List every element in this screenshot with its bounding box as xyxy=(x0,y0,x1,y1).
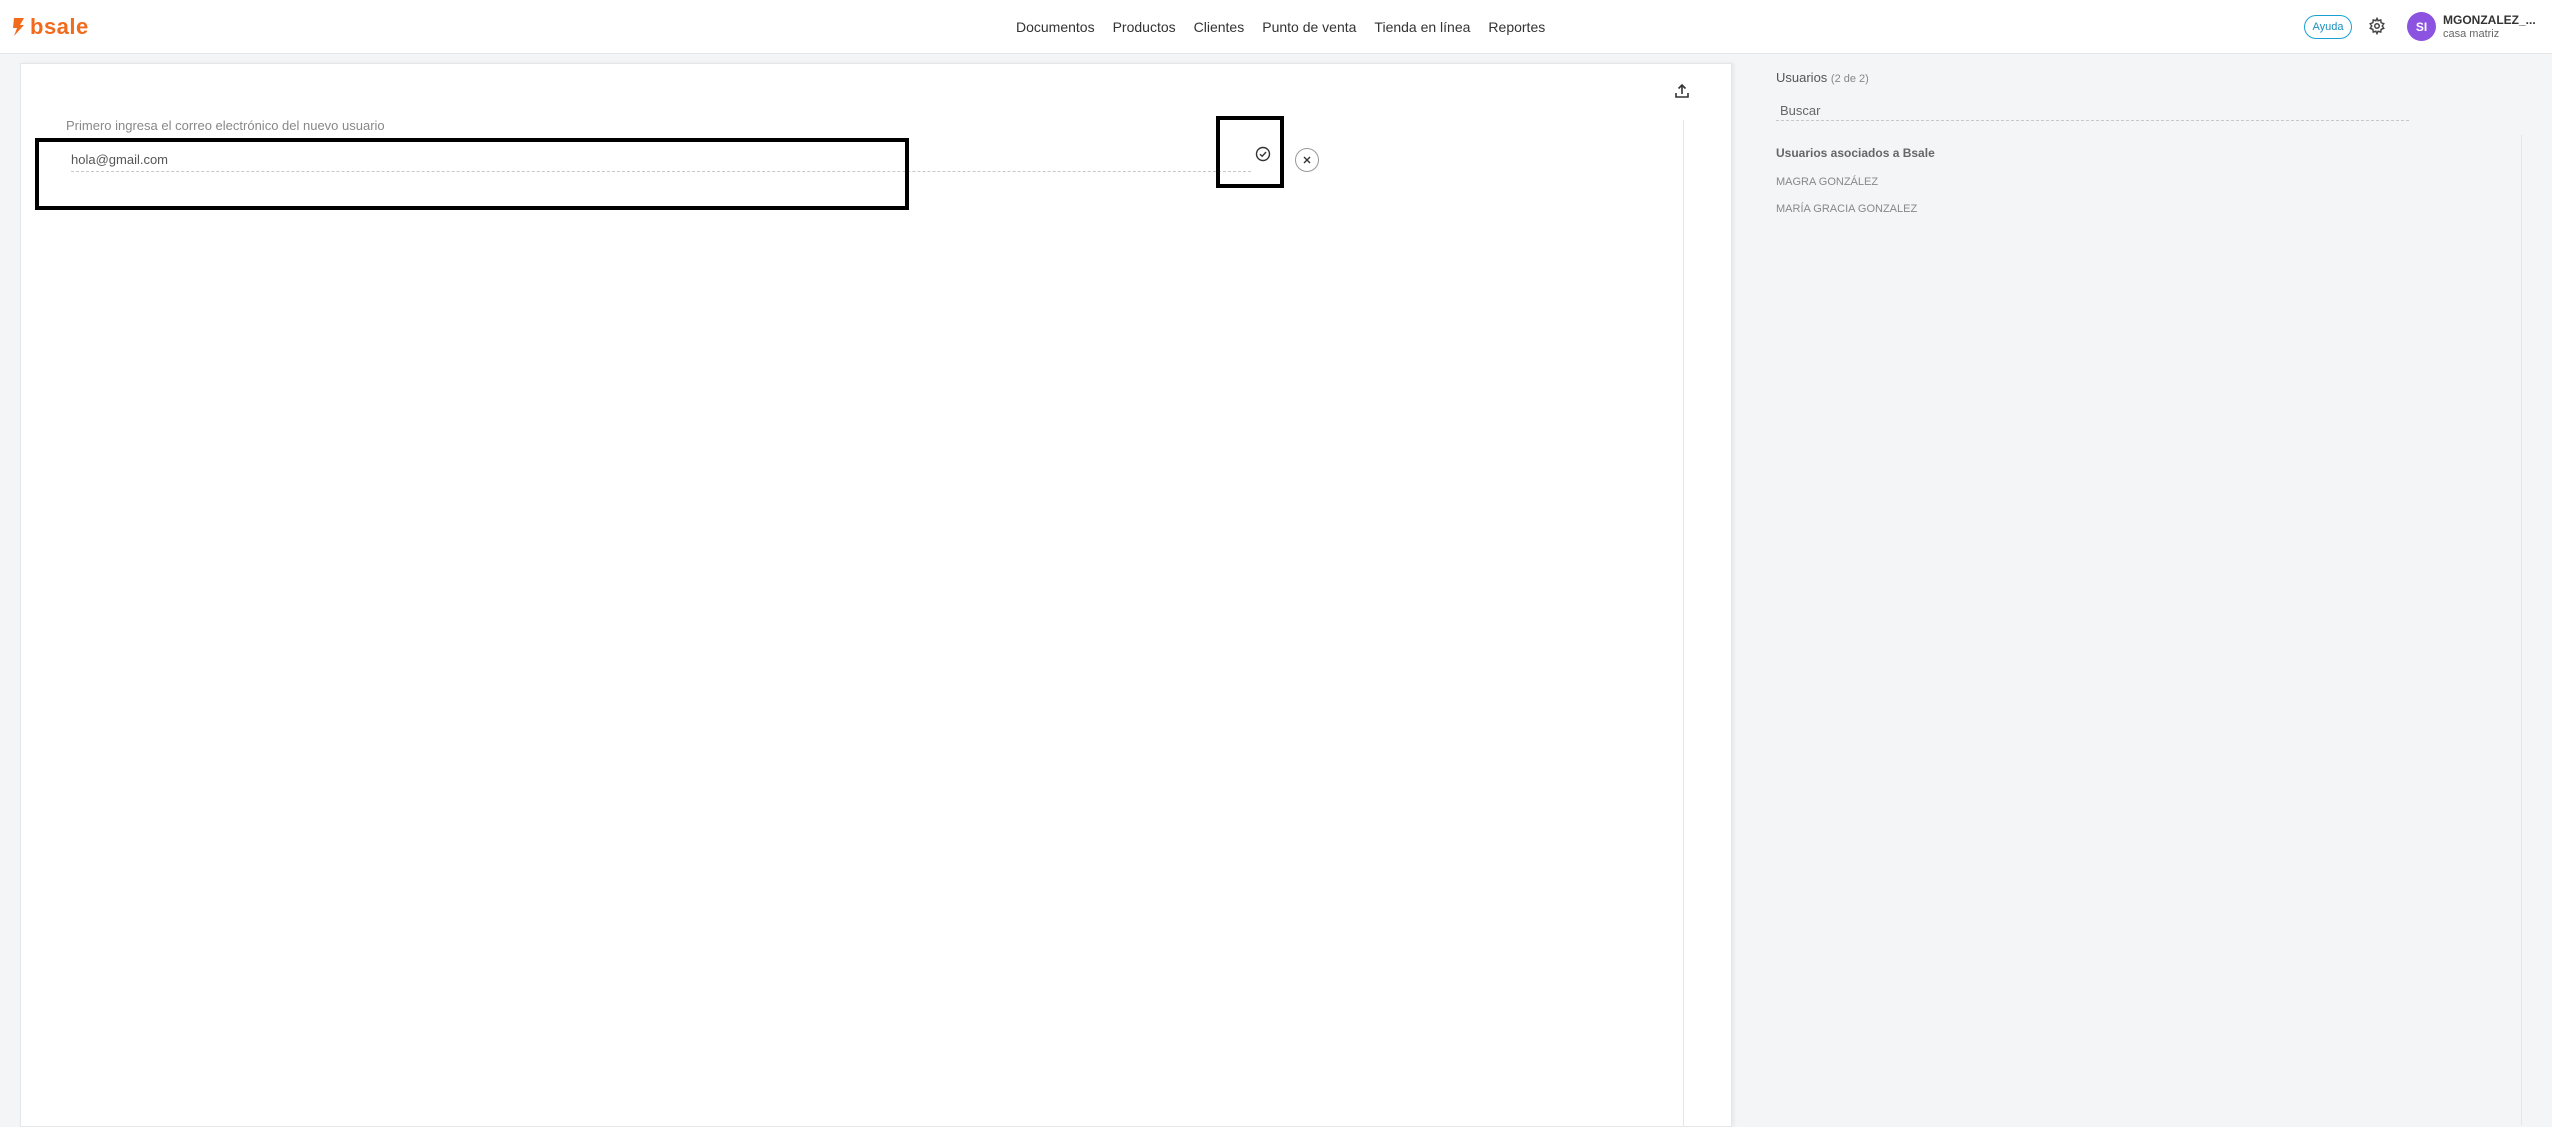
upload-icon xyxy=(1675,83,1689,98)
sidebar-title: Usuarios (2 de 2) xyxy=(1776,70,2416,85)
users-group-title: Usuarios asociados a Bsale xyxy=(1776,146,1935,160)
main-panel: Primero ingresa el correo electrónico de… xyxy=(20,63,1732,1127)
close-icon xyxy=(1303,156,1311,164)
users-count: (2 de 2) xyxy=(1830,73,1869,85)
sidebar-divider xyxy=(2521,135,2522,1125)
user-name: MGONZALEZ_... xyxy=(2443,13,2536,27)
nav-item-productos[interactable]: Productos xyxy=(1113,19,1176,35)
settings-button[interactable] xyxy=(2366,15,2388,37)
bsale-logo-icon xyxy=(13,18,24,36)
upload-button[interactable] xyxy=(1671,80,1693,102)
bsale-logo[interactable]: bsale xyxy=(12,14,89,40)
users-search-input[interactable] xyxy=(1776,100,2409,121)
user-list-item[interactable]: MAGRA GONZÁLEZ xyxy=(1776,176,1878,188)
nav-item-punto-de-venta[interactable]: Punto de venta xyxy=(1262,19,1356,35)
panel-divider xyxy=(1683,120,1684,1126)
nav-item-tienda-en-linea[interactable]: Tienda en línea xyxy=(1374,19,1470,35)
user-branch: casa matriz xyxy=(2443,28,2500,40)
nav-item-clientes[interactable]: Clientes xyxy=(1194,19,1245,35)
user-menu[interactable]: MGONZALEZ_... casa matriz xyxy=(2443,13,2543,41)
email-field-label: Primero ingresa el correo electrónico de… xyxy=(66,118,385,133)
logo-text: bsale xyxy=(30,14,89,39)
user-list-item[interactable]: MARÍA GRACIA GONZALEZ xyxy=(1776,203,1917,215)
check-circle-icon xyxy=(1255,146,1271,162)
cancel-button[interactable] xyxy=(1295,148,1319,172)
confirm-highlight-box xyxy=(1216,116,1284,188)
email-highlight-box xyxy=(35,138,909,210)
main-nav: Documentos Productos Clientes Punto de v… xyxy=(1016,0,1563,53)
sidebar-title-text: Usuarios xyxy=(1776,70,1828,85)
nav-item-reportes[interactable]: Reportes xyxy=(1488,19,1545,35)
help-button[interactable]: Ayuda xyxy=(2304,15,2352,39)
nav-item-documentos[interactable]: Documentos xyxy=(1016,19,1095,35)
users-sidebar: Usuarios (2 de 2) Usuarios asociados a B… xyxy=(1776,70,2416,215)
top-navbar: bsale Documentos Productos Clientes Punt… xyxy=(0,0,2552,54)
gear-icon xyxy=(2369,17,2385,35)
avatar[interactable]: SI xyxy=(2407,12,2436,41)
confirm-button[interactable] xyxy=(1253,144,1273,164)
